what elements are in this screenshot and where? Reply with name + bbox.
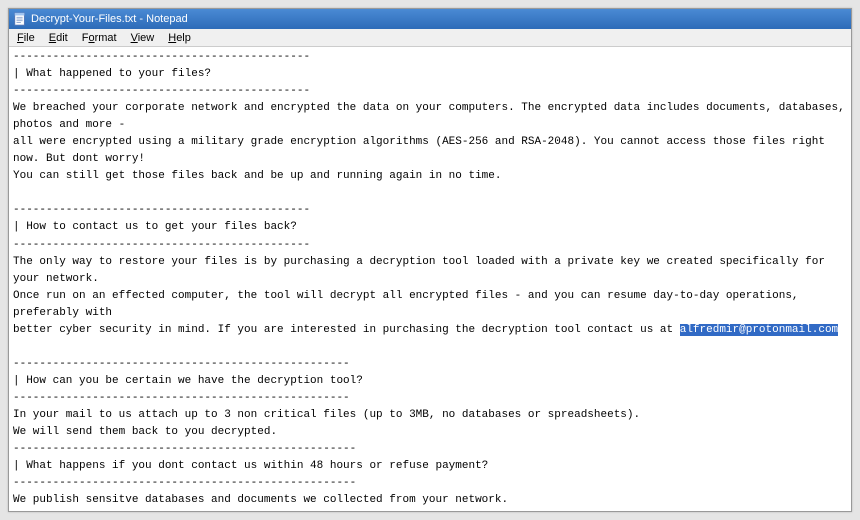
text-line: We publish sensitve databases and docume…	[13, 494, 508, 506]
title-bar[interactable]: Decrypt-Your-Files.txt - Notepad	[9, 9, 851, 29]
menu-view[interactable]: View	[125, 31, 161, 45]
heading-q2: | How to contact us to get your files ba…	[13, 221, 297, 233]
notepad-icon	[13, 12, 27, 26]
menu-file[interactable]: File	[11, 31, 41, 45]
sep: ----------------------------------------…	[13, 239, 310, 251]
menu-bar: File Edit Format View Help	[9, 29, 851, 47]
notepad-window: Decrypt-Your-Files.txt - Notepad File Ed…	[8, 8, 852, 512]
text-content[interactable]: ----------------------------------------…	[9, 47, 851, 511]
text-line: better cyber security in mind. If you ar…	[13, 324, 680, 336]
text-line: We will send them back to you decrypted.	[13, 426, 277, 438]
text-line: The only way to restore your files is by…	[13, 256, 832, 285]
text-line: all were encrypted using a military grad…	[13, 136, 832, 165]
heading-q3: | How can you be certain we have the dec…	[13, 375, 363, 387]
text-line: In your mail to us attach up to 3 non cr…	[13, 409, 640, 421]
text-line: We breached your corporate network and e…	[13, 102, 851, 131]
email-highlight: alfredmir@protonmail.com	[680, 324, 838, 336]
sep: ----------------------------------------…	[13, 204, 310, 216]
text-line: You can still get those files back and b…	[13, 170, 501, 182]
menu-edit[interactable]: Edit	[43, 31, 74, 45]
heading-q4: | What happens if you dont contact us wi…	[13, 460, 488, 472]
sep: ----------------------------------------…	[13, 85, 310, 97]
heading-q1: | What happened to your files?	[13, 68, 211, 80]
sep: ----------------------------------------…	[13, 477, 356, 489]
sep: ----------------------------------------…	[13, 443, 356, 455]
menu-help[interactable]: Help	[162, 31, 197, 45]
sep: ----------------------------------------…	[13, 358, 350, 370]
text-line: Once run on an effected computer, the to…	[13, 290, 805, 319]
window-title: Decrypt-Your-Files.txt - Notepad	[31, 13, 188, 25]
sep: ----------------------------------------…	[13, 51, 310, 63]
menu-format[interactable]: Format	[76, 31, 123, 45]
sep: ----------------------------------------…	[13, 392, 350, 404]
